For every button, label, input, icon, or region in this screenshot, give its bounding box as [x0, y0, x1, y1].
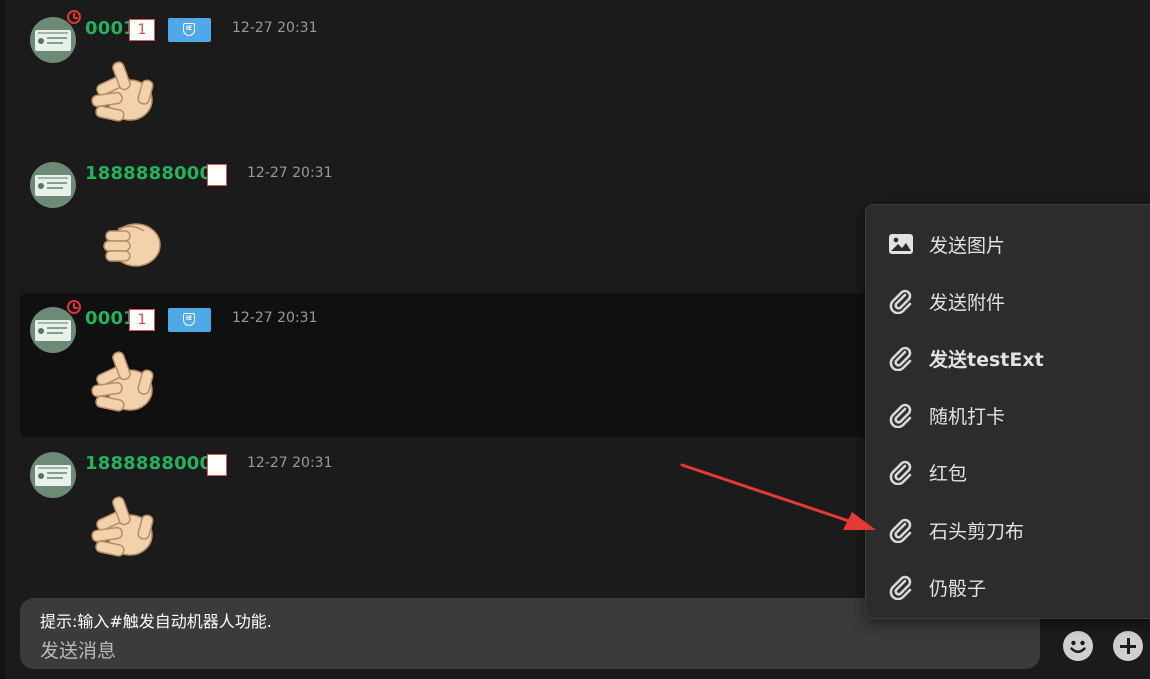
chat-window: 0001 1 IE 12-27 20:31 18888880006 12-27 …: [0, 0, 1150, 679]
annotation-arrow-icon: [680, 463, 876, 530]
